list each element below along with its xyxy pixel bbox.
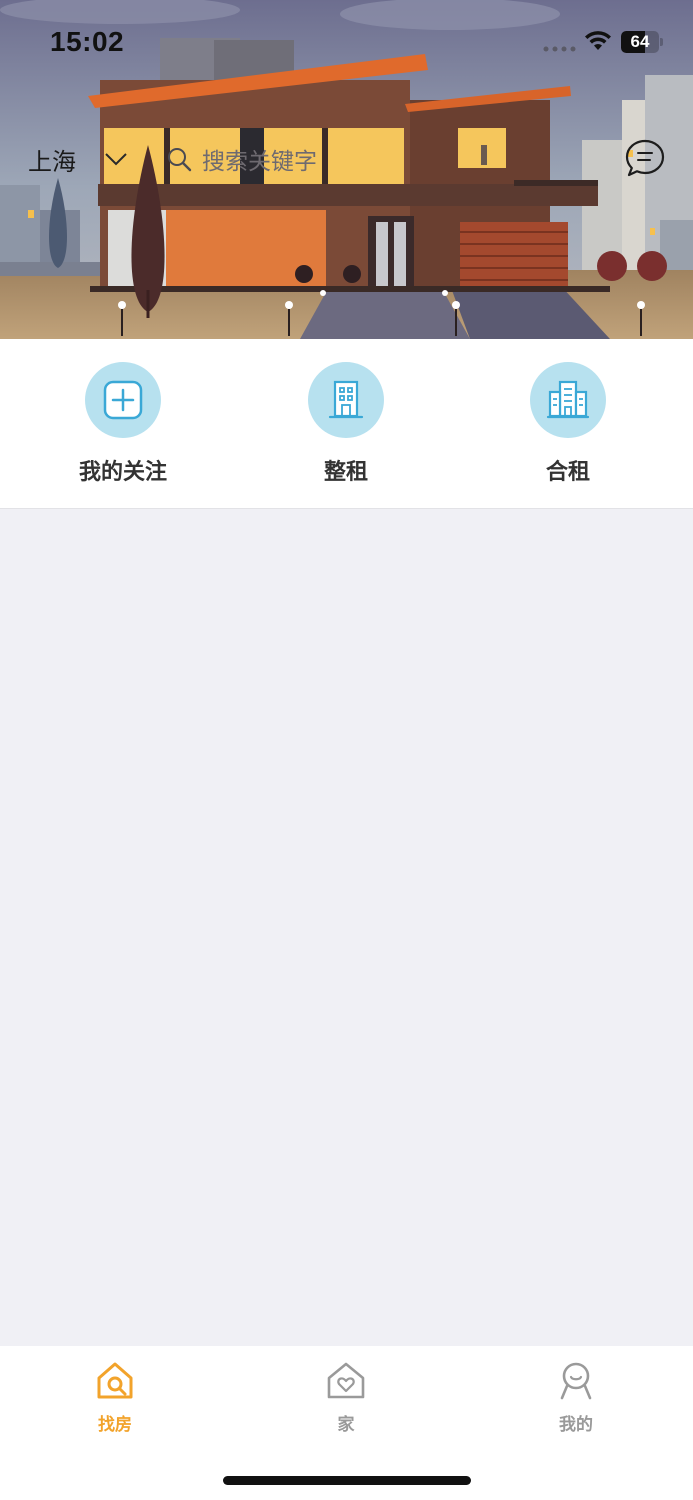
- message-button[interactable]: [624, 138, 666, 180]
- tab-profile[interactable]: 我的: [516, 1360, 636, 1440]
- search-icon: [168, 148, 192, 172]
- nav-icon-circle: [85, 362, 161, 438]
- wifi-icon: [585, 31, 611, 50]
- nav-label: 我的关注: [78, 460, 167, 485]
- city-name: 上海: [28, 147, 76, 176]
- tab-find-house[interactable]: 找房: [55, 1360, 175, 1440]
- nav-item-whole-rent[interactable]: 整租: [271, 362, 421, 492]
- find-house-icon: [97, 1362, 133, 1399]
- nav-label: 整租: [323, 460, 368, 485]
- buildings-icon: [546, 380, 590, 419]
- nav-item-my-follow[interactable]: 我的关注: [48, 362, 198, 492]
- battery-indicator: 64: [621, 31, 663, 53]
- search-input[interactable]: 搜索关键字: [166, 140, 426, 178]
- profile-icon: [560, 1362, 592, 1400]
- nav-icon-circle: [530, 362, 606, 438]
- building-icon: [328, 380, 364, 419]
- home-heart-icon: [327, 1362, 365, 1399]
- quick-nav: 我的关注 整租 合租: [0, 339, 693, 509]
- add-square-icon: [103, 380, 143, 420]
- search-placeholder: 搜索关键字: [202, 149, 317, 175]
- battery-level: 64: [630, 32, 650, 51]
- nav-icon-circle: [308, 362, 384, 438]
- content-area: [0, 509, 693, 1346]
- chevron-down-icon: [105, 153, 127, 166]
- tab-home[interactable]: 家: [286, 1360, 406, 1440]
- cellular-signal-icon: [543, 46, 576, 52]
- status-time: 15:02: [50, 26, 125, 57]
- nav-item-shared-rent[interactable]: 合租: [493, 362, 643, 492]
- status-bar: 15:02 64: [0, 0, 693, 88]
- tab-label: 找房: [98, 1415, 132, 1435]
- tab-label: 我的: [559, 1415, 593, 1435]
- city-selector[interactable]: 上海: [28, 140, 128, 178]
- nav-label: 合租: [545, 460, 590, 485]
- message-icon: [625, 139, 665, 177]
- tab-label: 家: [337, 1415, 355, 1435]
- home-indicator: [223, 1476, 471, 1485]
